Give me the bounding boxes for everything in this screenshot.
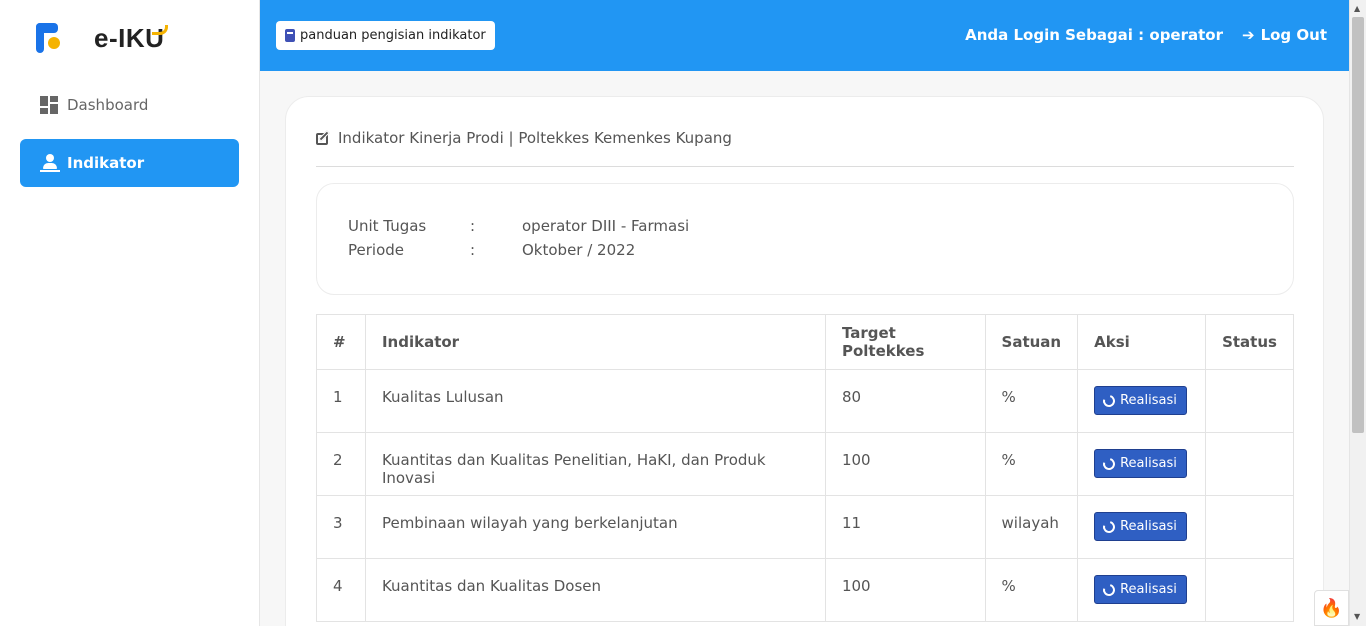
column-header: # [316,314,366,370]
page-scrollbar[interactable]: ▲ ▼ [1349,0,1366,626]
sign-out-icon: ➔ [1241,26,1255,44]
cell-indikator: Kuantitas dan Kualitas Penelitian, HaKI,… [364,432,826,496]
guide-button-label: panduan pengisian indikator [300,28,486,43]
info-panel: Unit Tugas : operator DIII - Farmasi Per… [316,183,1294,295]
info-value: operator DIII - Farmasi [522,217,690,235]
table-row: 2 Kuantitas dan Kualitas Penelitian, HaK… [316,432,1294,496]
cell-aksi: Realisasi [1077,369,1207,433]
sidebar-item-label: Indikator [67,154,145,172]
scrollbar-thumb[interactable] [1352,17,1364,433]
logo-mark-icon [34,21,64,55]
undo-icon [1100,392,1118,409]
sidebar-item-label: Dashboard [67,96,149,114]
realisasi-label: Realisasi [1120,582,1177,597]
cell-indikator: Kualitas Lulusan [364,369,826,433]
logo-text: e-IKU [94,23,169,54]
login-info: Anda Login Sebagai : operator [965,26,1223,44]
dashboard-icon [40,96,58,114]
cell-target: 80 [824,369,986,433]
sidebar-item-indikator[interactable]: Indikator [20,139,239,187]
divider [316,166,1294,167]
top-navbar: panduan pengisian indikator Anda Login S… [260,0,1349,71]
cell-status [1205,495,1294,559]
info-separator: : [470,217,476,235]
guide-button[interactable]: panduan pengisian indikator [276,21,495,50]
cell-aksi: Realisasi [1077,432,1207,496]
flame-icon[interactable]: 🔥 [1314,590,1349,626]
logout-label: Log Out [1260,26,1327,44]
sidebar-item-dashboard[interactable]: Dashboard [20,81,239,129]
info-separator: : [470,241,476,259]
realisasi-label: Realisasi [1120,393,1177,408]
cell-status [1205,432,1294,496]
logout-button[interactable]: ➔ Log Out [1242,26,1327,44]
cell-indikator: Pembinaan wilayah yang berkelanjutan [364,495,826,559]
realisasi-button[interactable]: Realisasi [1094,449,1187,478]
book-icon [285,29,295,42]
cell-number: 2 [316,432,366,496]
realisasi-label: Realisasi [1120,456,1177,471]
cell-number: 3 [316,495,366,559]
table-row: 3 Pembinaan wilayah yang berkelanjutan 1… [316,495,1294,559]
page-title-text: Indikator Kinerja Prodi | Poltekkes Keme… [338,129,732,147]
undo-icon [1100,581,1118,598]
cell-satuan: wilayah [984,495,1079,559]
scroll-down-arrow-icon[interactable]: ▼ [1354,612,1360,621]
column-header: Indikator [364,314,826,370]
column-header: Target Poltekkes [824,314,986,370]
realisasi-button[interactable]: Realisasi [1094,386,1187,415]
table-header-row: # Indikator Target Poltekkes Satuan Aksi… [316,314,1294,370]
realisasi-button[interactable]: Realisasi [1094,512,1187,541]
info-label: Periode [348,241,405,259]
cell-number: 4 [316,558,366,622]
undo-icon [1100,518,1118,535]
user-icon [40,154,60,172]
undo-icon [1100,455,1118,472]
column-header: Satuan [984,314,1079,370]
app-logo[interactable]: e-IKU [34,20,169,56]
cell-indikator: Kuantitas dan Kualitas Dosen [364,558,826,622]
table-row: 1 Kualitas Lulusan 80 % Realisasi [316,369,1294,433]
cell-target: 100 [824,558,986,622]
cell-satuan: % [984,558,1079,622]
cell-aksi: Realisasi [1077,558,1207,622]
cell-satuan: % [984,432,1079,496]
edit-icon [316,130,332,146]
indikator-table: # Indikator Target Poltekkes Satuan Aksi… [316,314,1294,622]
column-header: Status [1205,314,1294,370]
scroll-up-arrow-icon[interactable]: ▲ [1354,4,1360,13]
realisasi-label: Realisasi [1120,519,1177,534]
sidebar: e-IKU Dashboard Indikator [0,0,260,626]
realisasi-button[interactable]: Realisasi [1094,575,1187,604]
info-value: Oktober / 2022 [522,241,636,259]
cell-target: 100 [824,432,986,496]
page-title: Indikator Kinerja Prodi | Poltekkes Keme… [316,129,732,147]
cell-status [1205,558,1294,622]
table-row: 4 Kuantitas dan Kualitas Dosen 100 % Rea… [316,558,1294,622]
cell-satuan: % [984,369,1079,433]
column-header: Aksi [1077,314,1207,370]
cell-target: 11 [824,495,986,559]
cell-number: 1 [316,369,366,433]
main-card: Indikator Kinerja Prodi | Poltekkes Keme… [285,96,1324,626]
info-label: Unit Tugas [348,217,427,235]
cell-status [1205,369,1294,433]
cell-aksi: Realisasi [1077,495,1207,559]
